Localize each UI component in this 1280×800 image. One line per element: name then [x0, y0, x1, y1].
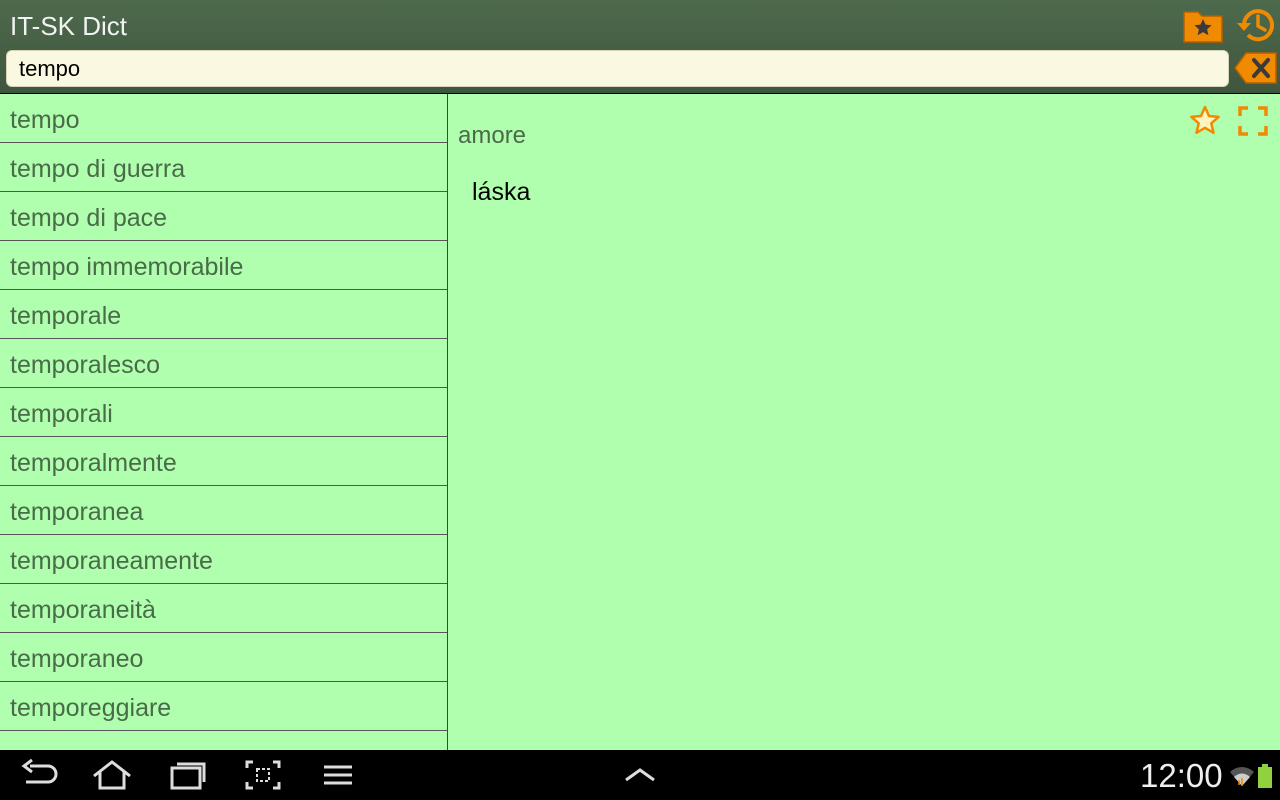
list-item[interactable]: tempo di guerra	[0, 143, 447, 192]
word-list[interactable]: tempo tempo di guerra tempo di pace temp…	[0, 94, 448, 750]
list-item[interactable]: temporanea	[0, 486, 447, 535]
app-title: IT-SK Dict	[10, 11, 128, 41]
fullscreen-icon	[1238, 106, 1268, 136]
list-item[interactable]: temporaneo	[0, 633, 447, 682]
list-item[interactable]: temporaneamente	[0, 535, 447, 584]
favorites-button[interactable]	[1182, 6, 1224, 44]
menu-button[interactable]	[318, 758, 358, 792]
list-item[interactable]: tempo	[0, 94, 447, 143]
wifi-icon	[1230, 767, 1254, 786]
back-button[interactable]	[20, 758, 60, 792]
favorites-folder-icon	[1183, 11, 1223, 43]
home-button[interactable]	[92, 758, 132, 792]
expand-up-button[interactable]	[620, 758, 660, 792]
list-item[interactable]: temporalmente	[0, 437, 447, 486]
list-item[interactable]: temporali	[0, 388, 447, 437]
screenshot-icon	[245, 760, 281, 790]
star-icon	[1190, 105, 1220, 135]
list-item[interactable]: temporeggiare	[0, 682, 447, 731]
history-icon	[1237, 9, 1274, 42]
list-item[interactable]: tempo di pace	[0, 192, 447, 241]
search-input[interactable]	[6, 50, 1229, 87]
home-icon	[93, 760, 131, 790]
list-item[interactable]: temporalesco	[0, 339, 447, 388]
list-item[interactable]: tempo immemorabile	[0, 241, 447, 290]
battery-icon	[1258, 764, 1272, 788]
list-item[interactable]: temporaneità	[0, 584, 447, 633]
clear-search-button[interactable]	[1234, 51, 1278, 85]
list-item[interactable]: temporale	[0, 290, 447, 339]
detail-headword: amore	[458, 122, 527, 149]
menu-icon	[324, 765, 352, 785]
detail-pane: amore láska	[448, 94, 1280, 750]
chevron-up-icon	[625, 768, 655, 782]
recent-apps-icon	[170, 762, 206, 790]
system-navbar: 12:00	[0, 750, 1280, 800]
status-clock: 12:00	[1140, 757, 1223, 794]
recent-apps-button[interactable]	[168, 758, 208, 792]
app-header: IT-SK Dict	[0, 0, 1280, 93]
back-icon	[21, 758, 58, 784]
add-favorite-button[interactable]	[1188, 104, 1222, 138]
history-button[interactable]	[1236, 6, 1278, 44]
screenshot-button[interactable]	[243, 758, 283, 792]
fullscreen-button[interactable]	[1236, 104, 1270, 138]
list-item-partial[interactable]	[0, 731, 447, 750]
clear-backspace-icon	[1234, 52, 1277, 84]
detail-translation: láska	[472, 178, 531, 206]
